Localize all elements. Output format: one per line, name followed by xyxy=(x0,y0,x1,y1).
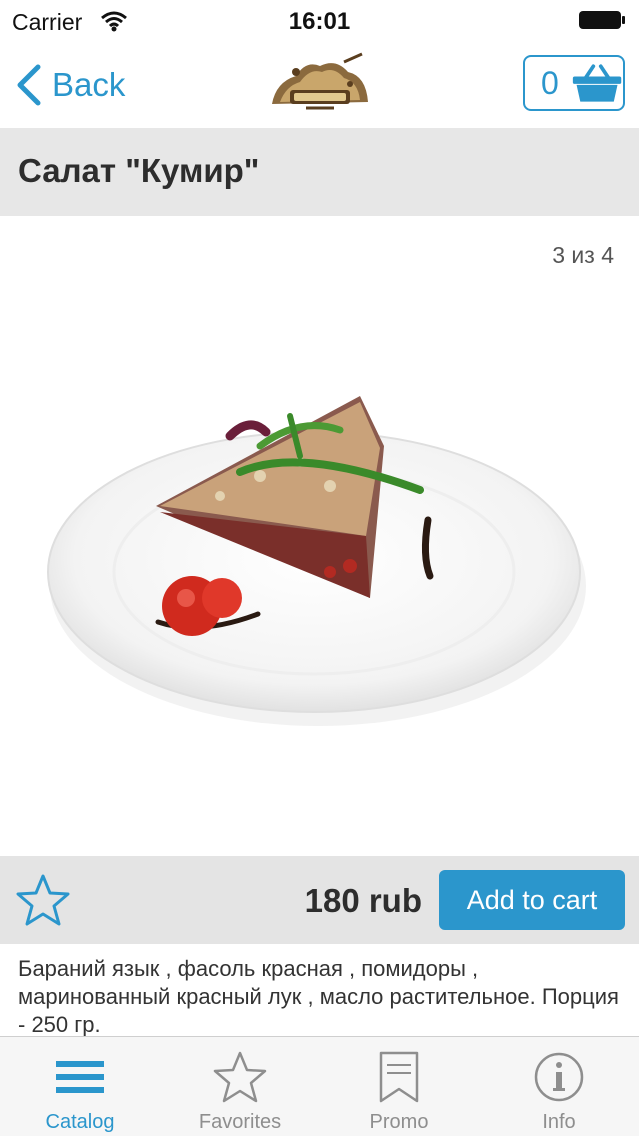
info-icon xyxy=(534,1052,584,1102)
tab-label-favorites: Favorites xyxy=(198,1111,282,1133)
cafe-logo xyxy=(272,52,368,110)
tab-info[interactable]: Info xyxy=(479,1037,639,1137)
cart-count: 0 xyxy=(541,64,559,101)
product-description: Бараний язык , фасоль красная , помидоры… xyxy=(18,956,619,1037)
navigation-bar: Back 0 xyxy=(0,42,639,128)
product-gallery[interactable]: 3 из 4 xyxy=(0,216,639,856)
dish-photo[interactable] xyxy=(0,336,639,756)
tab-label-catalog: Catalog xyxy=(45,1111,115,1133)
chevron-left-icon xyxy=(17,64,41,106)
status-time: 16:01 xyxy=(288,8,351,35)
back-label: Back xyxy=(52,66,126,103)
tab-catalog[interactable]: Catalog xyxy=(0,1037,160,1137)
star-icon xyxy=(213,1051,267,1103)
cart-button[interactable]: 0 xyxy=(523,55,625,111)
back-button[interactable]: Back xyxy=(14,60,125,110)
add-to-cart-button[interactable]: Add to cart xyxy=(439,870,625,930)
tab-promo[interactable]: Promo xyxy=(319,1037,479,1137)
menu-icon xyxy=(56,1061,104,1093)
battery-icon xyxy=(579,11,625,29)
price-label: 180 rub xyxy=(304,882,422,919)
tab-label-info: Info xyxy=(542,1111,576,1133)
title-bar: Салат "Кумир" xyxy=(0,128,639,216)
product-action-bar: 180 rub Add to cart xyxy=(0,856,639,944)
favorite-star-icon[interactable] xyxy=(14,872,72,928)
gallery-counter: 3 из 4 xyxy=(552,242,614,268)
basket-icon xyxy=(572,64,622,102)
bookmark-icon xyxy=(379,1051,419,1103)
tab-favorites[interactable]: Favorites xyxy=(160,1037,320,1137)
tab-bar: Catalog Favorites Promo Info xyxy=(0,1036,639,1136)
product-title: Салат "Кумир" xyxy=(18,152,260,189)
tab-label-promo: Promo xyxy=(369,1111,429,1133)
status-bar: Carrier 16:01 xyxy=(0,0,639,42)
